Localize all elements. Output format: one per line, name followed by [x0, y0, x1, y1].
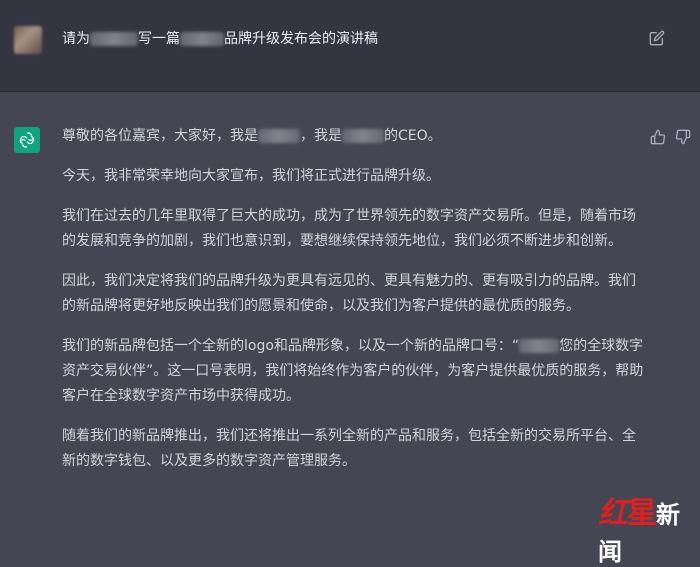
response-paragraph: 我们在过去的几年里取得了巨大的成功，成为了世界领先的数字资产交易所。但是，随着市… [62, 208, 636, 249]
redacted-blur [90, 32, 138, 46]
user-message-row: 请为 写一篇 品牌升级发布会的演讲稿 [0, 0, 700, 92]
assistant-response: 尊敬的各位嘉宾，大家好，我是 ，我是 的CEO。 今天，我非常荣幸地向大家宣布，我们… [62, 124, 644, 489]
thumbs-up-icon[interactable] [650, 129, 666, 145]
openai-logo-icon [14, 127, 40, 153]
watermark-char: 星 [627, 496, 657, 531]
response-text: 尊敬的各位嘉宾，大家好，我是 [62, 128, 258, 144]
watermark-logo: 红星新闻 [598, 488, 700, 567]
redacted-blur [519, 339, 560, 353]
redacted-blur [180, 32, 224, 46]
user-avatar [14, 26, 42, 54]
watermark-char: 红 [598, 496, 628, 531]
response-text: 的CEO。 [384, 128, 442, 144]
prompt-part-3: 品牌升级发布会的演讲稿 [224, 31, 378, 47]
response-text: ，我是 [300, 128, 342, 144]
redacted-blur [342, 129, 384, 143]
response-paragraph: 我们的新品牌包括一个全新的logo和品牌形象，以及一个新的品牌口号：“ 您的全球数… [62, 334, 644, 409]
response-paragraph: 尊敬的各位嘉宾，大家好，我是 ，我是 的CEO。 [62, 124, 644, 149]
prompt-part-1: 请为 [62, 31, 90, 47]
response-paragraph: 随着我们的新品牌推出，我们还将推出一系列全新的产品和服务，包括全新的交易所平台、… [62, 428, 636, 469]
thumbs-down-icon[interactable] [675, 129, 691, 145]
response-text: 我们的新品牌包括一个全新的logo和品牌形象，以及一个新的品牌口号：“ [62, 338, 520, 354]
edit-icon[interactable] [649, 30, 665, 46]
response-paragraph: 今天，我非常荣幸地向大家宣布，我们将正式进行品牌升级。 [62, 168, 440, 184]
redacted-blur [258, 129, 300, 143]
user-prompt-text: 请为 写一篇 品牌升级发布会的演讲稿 [62, 29, 378, 49]
response-paragraph: 因此，我们决定将我们的品牌升级为更具有远见的、更具有魅力的、更有吸引力的品牌。我… [62, 273, 636, 314]
prompt-part-2: 写一篇 [138, 31, 180, 47]
